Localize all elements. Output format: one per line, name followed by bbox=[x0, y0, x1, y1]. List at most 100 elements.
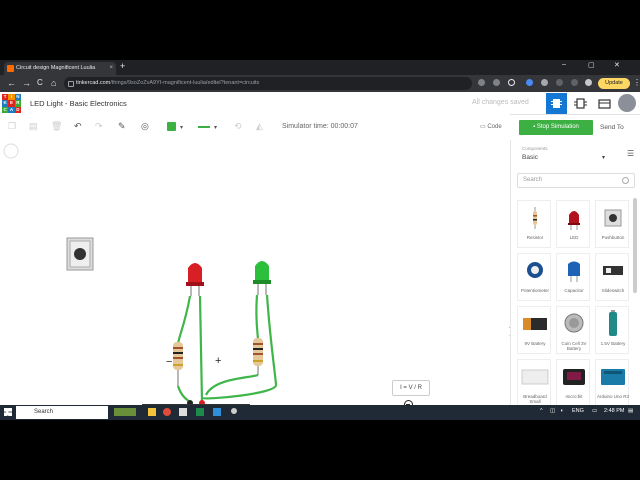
tab-title: Circuit design Magnificent Luulia bbox=[16, 65, 96, 71]
undo-icon[interactable]: ↶ bbox=[74, 121, 82, 132]
notes-icon[interactable]: ✎ bbox=[118, 121, 126, 132]
stop-simulation-button[interactable]: ▪ Stop Simulation bbox=[519, 120, 593, 135]
component-micro-bit[interactable]: micro:bit bbox=[556, 359, 590, 407]
profile-icon[interactable] bbox=[585, 79, 592, 86]
windows-start-icon[interactable] bbox=[4, 408, 12, 416]
puzzle-icon[interactable] bbox=[541, 79, 548, 86]
file-explorer-icon[interactable] bbox=[148, 408, 156, 416]
resistor-icon bbox=[533, 207, 537, 229]
wire-green-led-left bbox=[255, 294, 260, 341]
component-9v-battery[interactable]: 9V Battery bbox=[517, 306, 551, 354]
list-view-icon[interactable]: ☰ bbox=[627, 149, 634, 158]
code-button[interactable]: ▭ Code bbox=[480, 123, 502, 130]
back-arrow-icon[interactable]: ← bbox=[7, 78, 16, 88]
browser-tab-bar: Circuit design Magnificent Luulia × + – … bbox=[0, 60, 640, 75]
component-coin-cell-3v-battery[interactable]: Coin Cell 3V Battery bbox=[556, 306, 590, 354]
resistor-right-component bbox=[253, 338, 263, 375]
components-dropdown[interactable]: Basic bbox=[522, 154, 538, 161]
component-slideswitch[interactable]: Slideswitch bbox=[595, 253, 629, 301]
extension-icon-3[interactable] bbox=[556, 79, 563, 86]
app-icon[interactable] bbox=[179, 408, 187, 416]
circuit-view-button[interactable] bbox=[546, 93, 567, 114]
share-icon[interactable] bbox=[478, 79, 485, 86]
url-field[interactable]: tinkercad.com/things/9soZoZvA9YI-magnifi… bbox=[64, 77, 472, 90]
wire-red-led-right bbox=[198, 295, 204, 403]
component-label: Pushbutton bbox=[601, 235, 625, 240]
zoom-fit-icon[interactable]: ◎ bbox=[141, 121, 149, 132]
schematic-view-button[interactable] bbox=[570, 93, 591, 114]
chevron-down-icon-2[interactable]: ▾ bbox=[214, 124, 217, 131]
component-pushbutton[interactable]: Pushbutton bbox=[595, 200, 629, 248]
wire-resistor-right bbox=[205, 373, 259, 396]
panel-scrollbar[interactable] bbox=[633, 198, 637, 293]
chevron-down-icon-3[interactable]: ▾ bbox=[602, 154, 605, 161]
weather-icon[interactable] bbox=[114, 408, 136, 416]
circuit-canvas[interactable]: − + I = V / R bbox=[0, 140, 510, 420]
url-host: tinkercad.com bbox=[76, 80, 111, 86]
copy-icon[interactable]: ❐ bbox=[8, 121, 16, 132]
component-list-button[interactable] bbox=[594, 93, 615, 114]
close-tab-icon[interactable]: × bbox=[109, 62, 113, 75]
tray-chevron-icon[interactable]: ^ bbox=[540, 408, 543, 414]
ohms-law-note[interactable]: I = V / R bbox=[392, 380, 430, 396]
excel-icon[interactable] bbox=[196, 408, 204, 416]
component-arduino-uno-r3[interactable]: Arduino Uno R3 bbox=[595, 359, 629, 407]
component-resistor[interactable]: Resistor bbox=[517, 200, 551, 248]
taskbar-search-label: Search bbox=[34, 409, 54, 415]
tinkercad-logo[interactable]: TINKERCAD bbox=[2, 94, 21, 113]
volume-icon[interactable]: ◖ bbox=[560, 408, 563, 414]
component-label: 9V Battery bbox=[524, 341, 546, 346]
extension-icon-4[interactable] bbox=[571, 79, 578, 86]
home-icon[interactable]: ⌂ bbox=[51, 78, 56, 88]
clock[interactable]: 2:48 PM bbox=[604, 408, 624, 414]
component-search-input[interactable]: Search bbox=[517, 173, 635, 188]
browser-tab[interactable]: Circuit design Magnificent Luulia × bbox=[4, 62, 116, 75]
list-table-icon bbox=[598, 99, 611, 109]
delete-icon[interactable]: 🗑 bbox=[51, 121, 62, 132]
forward-arrow-icon[interactable]: → bbox=[22, 78, 31, 88]
wire-red-led-left bbox=[176, 295, 192, 346]
minimize-button[interactable]: – bbox=[562, 61, 566, 68]
rotate-icon[interactable]: ⟲ bbox=[234, 121, 242, 132]
battery-plus-label: + bbox=[215, 355, 222, 367]
micro-bit-icon bbox=[563, 369, 585, 385]
chevron-down-icon[interactable]: ▾ bbox=[180, 124, 183, 131]
design-title[interactable]: LED Light - Basic Electronics bbox=[30, 99, 127, 108]
wire-color-swatch[interactable] bbox=[167, 122, 176, 131]
app-icon-2[interactable] bbox=[213, 408, 221, 416]
user-avatar[interactable] bbox=[618, 94, 636, 112]
extension-icon-2[interactable] bbox=[526, 79, 533, 86]
update-button[interactable]: Update bbox=[598, 78, 630, 89]
battery-icon[interactable]: ▭ bbox=[592, 408, 597, 414]
flip-icon[interactable]: ◭ bbox=[256, 121, 263, 132]
component-potentiometer[interactable]: Potentiometer bbox=[517, 253, 551, 301]
component-label: Potentiometer bbox=[520, 288, 549, 293]
new-tab-button[interactable]: + bbox=[120, 61, 125, 71]
reload-icon[interactable]: C bbox=[37, 78, 43, 88]
wire-green-led-right bbox=[202, 294, 278, 400]
component-led[interactable]: LED bbox=[556, 200, 590, 248]
wire-resistor-left bbox=[176, 385, 191, 403]
send-to-button[interactable]: Send To bbox=[600, 124, 624, 131]
red-led-component bbox=[186, 263, 204, 296]
taskbar-search[interactable]: Search bbox=[16, 406, 108, 419]
close-window-button[interactable]: ✕ bbox=[614, 61, 620, 69]
component-1-5v-battery[interactable]: 1.5V Battery bbox=[595, 306, 629, 354]
language-indicator[interactable]: ENG bbox=[572, 408, 584, 414]
notifications-icon[interactable]: ▤ bbox=[628, 408, 633, 414]
network-icon[interactable]: ◫ bbox=[550, 408, 555, 414]
maximize-button[interactable]: ▢ bbox=[588, 61, 595, 69]
paste-icon[interactable]: ▤ bbox=[29, 121, 38, 132]
9v-battery-icon bbox=[523, 318, 547, 330]
redo-icon[interactable]: ↷ bbox=[95, 121, 103, 132]
component-label: Resistor bbox=[526, 235, 544, 240]
pushbutton-icon bbox=[604, 209, 622, 227]
bookmark-star-icon[interactable] bbox=[508, 79, 515, 86]
wire-type-icon[interactable] bbox=[198, 126, 210, 128]
component-breadboard-small[interactable]: Breadboard Small bbox=[517, 359, 551, 407]
component-capacitor[interactable]: Capacitor bbox=[556, 253, 590, 301]
app-icon-3[interactable] bbox=[231, 408, 237, 414]
extension-icon[interactable] bbox=[493, 79, 500, 86]
browser-menu-icon[interactable]: ⋮ bbox=[633, 78, 640, 88]
chrome-icon[interactable] bbox=[163, 408, 171, 416]
